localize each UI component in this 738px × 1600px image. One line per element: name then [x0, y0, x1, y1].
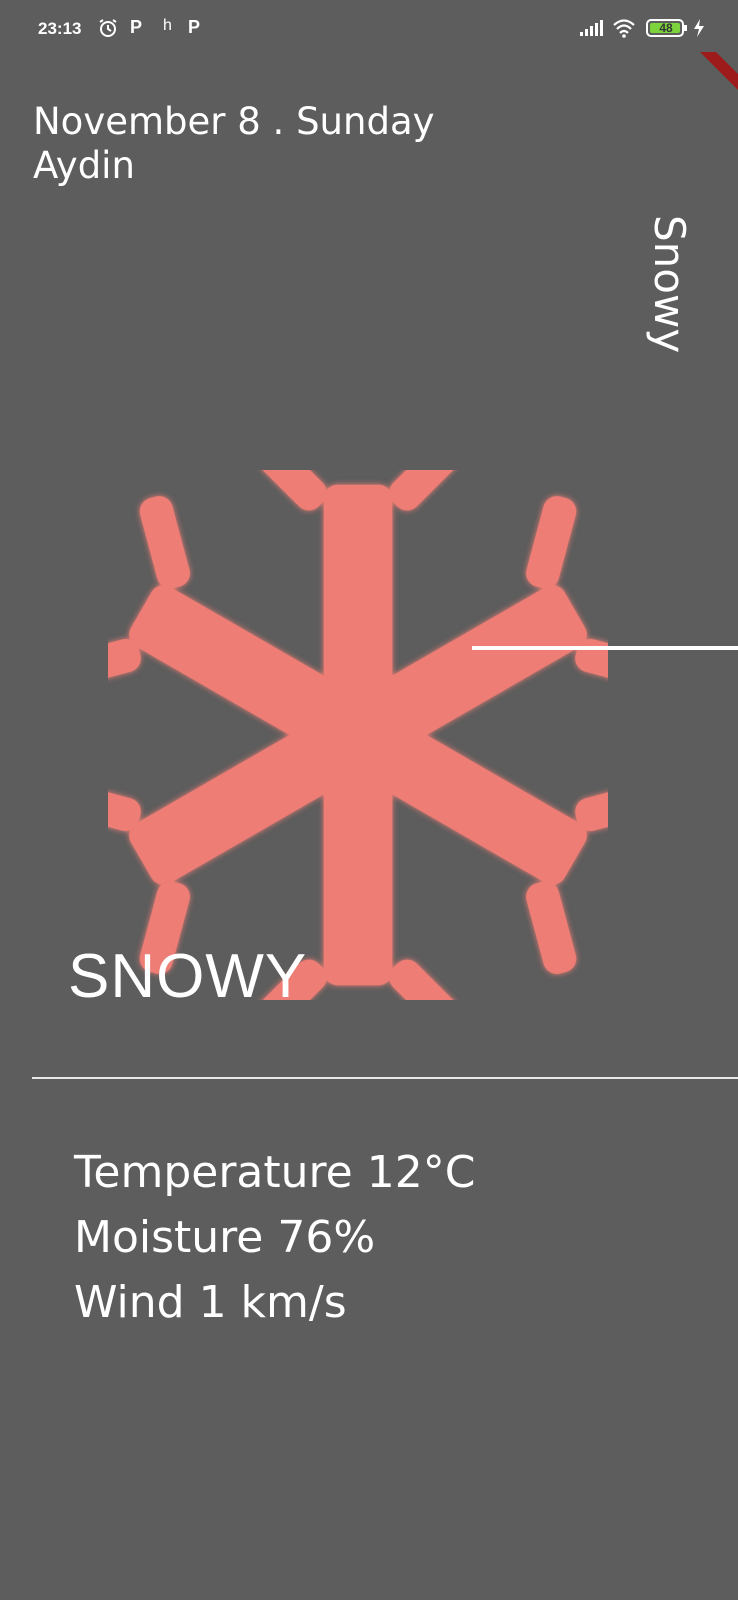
notification-p-icon-2: P [188, 17, 201, 37]
status-time: 23:13 [38, 19, 82, 38]
alarm-icon [99, 19, 117, 37]
weather-stats: Temperature 12°C Moisture 76% Wind 1 km/… [74, 1140, 475, 1335]
debug-banner [700, 52, 738, 90]
status-bar: 23:13 P h P 48 [0, 0, 738, 58]
snowflake-icon [108, 470, 608, 1000]
indicator-line [472, 646, 738, 650]
moisture-label: Moisture 76% [74, 1212, 376, 1263]
wind-label: Wind 1 km/s [74, 1277, 347, 1328]
signal-icon [580, 20, 603, 36]
divider [32, 1077, 738, 1079]
notification-h-icon: h [163, 17, 172, 34]
vertical-condition-label: Snowy [645, 215, 694, 354]
notification-p-icon: P [130, 17, 143, 37]
condition-label: SNOWY [68, 942, 308, 1011]
city-label: Aydin [33, 144, 135, 187]
temperature-label: Temperature 12°C [74, 1147, 476, 1198]
date-label: November 8 . Sunday [33, 100, 435, 143]
wifi-icon [613, 19, 635, 38]
